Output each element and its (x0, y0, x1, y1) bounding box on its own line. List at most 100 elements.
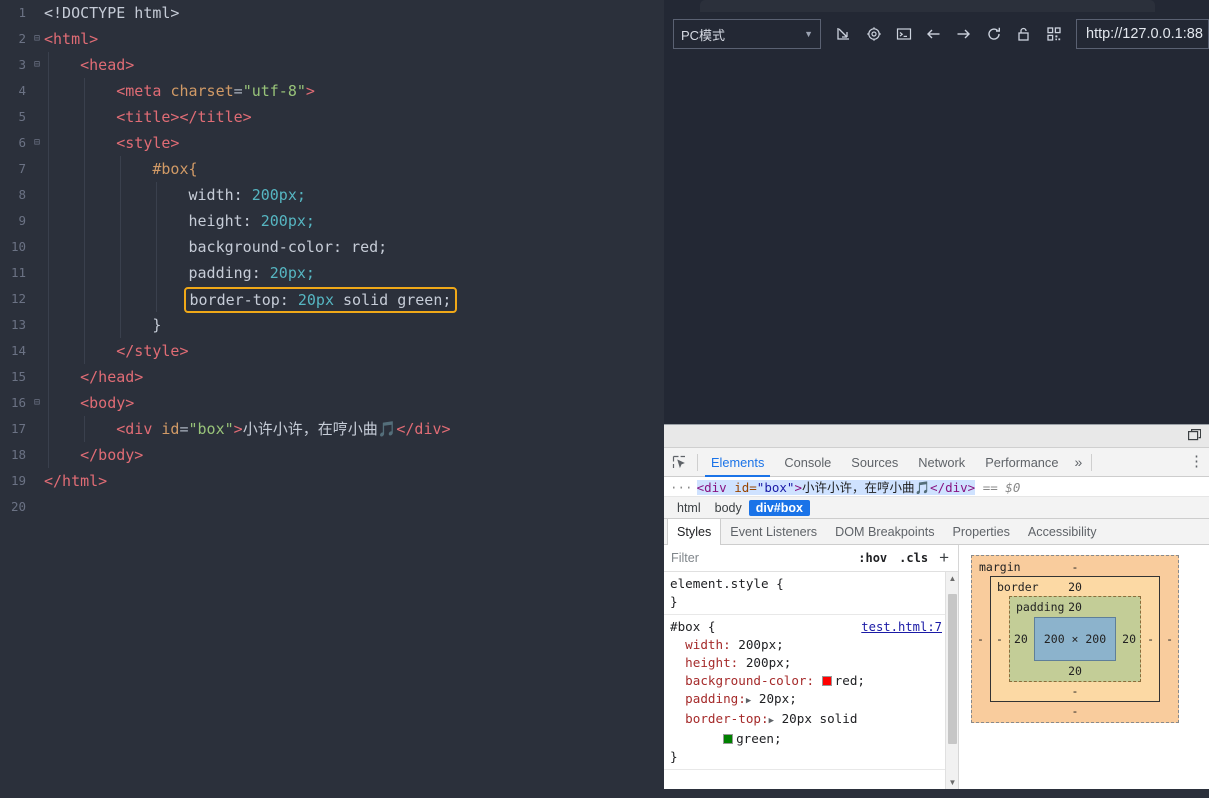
code-line[interactable]: 5 <title></title> (0, 104, 664, 130)
border-right-value[interactable]: - (1147, 632, 1154, 646)
css-declaration[interactable]: height: 200px; (670, 654, 958, 672)
scroll-down-icon[interactable]: ▼ (946, 776, 959, 789)
code-text[interactable]: <!DOCTYPE html> (44, 0, 179, 26)
tab-performance[interactable]: Performance (975, 448, 1068, 477)
breadcrumb-item[interactable]: div#box (748, 499, 810, 516)
expand-triangle-icon[interactable]: ▶ (746, 696, 751, 706)
code-text[interactable]: </body> (44, 442, 143, 468)
console-icon[interactable] (893, 24, 914, 45)
code-text[interactable]: } (44, 312, 161, 338)
element-picker-icon[interactable] (664, 455, 694, 470)
padding-right-value[interactable]: 20 (1122, 632, 1136, 646)
reload-icon[interactable] (983, 24, 1004, 45)
styles-subtab-event-listeners[interactable]: Event Listeners (721, 519, 826, 545)
filter-input[interactable]: Filter (671, 551, 852, 565)
css-property-value[interactable]: 200px; (746, 655, 792, 670)
css-property-name[interactable]: height: (685, 655, 738, 670)
lock-icon[interactable] (1013, 24, 1034, 45)
padding-bottom-value[interactable]: 20 (1068, 664, 1082, 678)
margin-right-value[interactable]: - (1166, 632, 1173, 646)
hov-toggle[interactable]: :hov (852, 551, 893, 565)
code-line[interactable]: 14 </style> (0, 338, 664, 364)
code-line[interactable]: 4 <meta charset="utf-8"> (0, 78, 664, 104)
color-swatch[interactable] (723, 734, 734, 744)
code-line[interactable]: 15 </head> (0, 364, 664, 390)
tab-sources[interactable]: Sources (841, 448, 908, 477)
dom-tree-row[interactable]: ··· <div id="box">小许小许，在哼小曲🎵</div> == $0 (664, 477, 1209, 497)
css-declaration[interactable]: padding:▶ 20px; (670, 690, 958, 710)
css-selector[interactable]: #box { (670, 619, 716, 634)
border-bottom-value[interactable]: - (1072, 684, 1079, 698)
css-property-value[interactable]: red; (835, 673, 865, 688)
code-text[interactable]: </style> (44, 338, 188, 364)
css-property-name[interactable]: width: (685, 637, 731, 652)
code-text[interactable]: <body> (44, 390, 134, 416)
url-bar[interactable]: http://127.0.0.1:88 (1076, 19, 1209, 49)
new-rule-button[interactable]: + (934, 548, 954, 568)
css-source-link[interactable]: test.html:7 (861, 618, 942, 636)
dom-ellipsis[interactable]: ··· (664, 480, 697, 495)
code-text[interactable]: </html> (44, 468, 107, 494)
expand-triangle-icon[interactable]: ▶ (769, 716, 774, 726)
inspect-arrow-icon[interactable] (833, 24, 854, 45)
tab-elements[interactable]: Elements (701, 448, 774, 477)
css-declaration[interactable]: green; (670, 730, 958, 748)
code-text[interactable]: <head> (44, 52, 134, 78)
scrollbar-thumb[interactable] (948, 594, 957, 744)
tab-network[interactable]: Network (908, 448, 975, 477)
css-declaration[interactable]: border-top:▶ 20px solid (670, 710, 958, 730)
styles-subtab-accessibility[interactable]: Accessibility (1019, 519, 1106, 545)
code-line[interactable]: 6 ⊟ <style> (0, 130, 664, 156)
more-tabs-icon[interactable]: » (1068, 454, 1088, 470)
dock-position-icon[interactable] (1188, 429, 1202, 447)
qrcode-icon[interactable] (1043, 24, 1064, 45)
css-declaration[interactable]: width: 200px; (670, 636, 958, 654)
css-pane-scrollbar[interactable]: ▲ ▼ (945, 572, 958, 789)
device-mode-select[interactable]: PC模式 ▼ (673, 19, 821, 49)
css-declaration[interactable]: background-color: red; (670, 672, 958, 690)
content-size-value[interactable]: 200 × 200 (1044, 632, 1106, 646)
code-text[interactable]: <div id="box">小许小许，在哼小曲🎵</div> (44, 416, 450, 442)
css-rules-pane[interactable]: Filter :hov .cls + element.style {} #box … (664, 545, 959, 789)
code-line[interactable]: 10 background-color: red; (0, 234, 664, 260)
code-editor-pane[interactable]: 1 <!DOCTYPE html> 2 ⊟ <html> 3 ⊟ <head> 4 <meta… (0, 0, 664, 788)
box-model-diagram[interactable]: margin - - - - border 20 - - - padding 2… (971, 555, 1179, 723)
cls-toggle[interactable]: .cls (893, 551, 934, 565)
styles-subtab-styles[interactable]: Styles (667, 518, 722, 545)
forward-arrow-icon[interactable] (953, 24, 974, 45)
gear-icon[interactable] (863, 24, 884, 45)
box-model-content-region[interactable]: 200 × 200 (1034, 617, 1116, 661)
code-text[interactable]: background-color: red; (44, 234, 388, 260)
browser-active-tab[interactable] (700, 0, 1155, 12)
styles-subtab-dom-breakpoints[interactable]: DOM Breakpoints (826, 519, 943, 545)
code-line[interactable]: 2 ⊟ <html> (0, 26, 664, 52)
css-rule[interactable]: element.style {} (664, 572, 958, 615)
styles-subtab-properties[interactable]: Properties (944, 519, 1019, 545)
css-property-name[interactable]: background-color: (685, 673, 814, 688)
code-line[interactable]: 1 <!DOCTYPE html> (0, 0, 664, 26)
css-property-name[interactable]: border-top: (685, 711, 768, 726)
code-text[interactable]: border-top: 20px solid green; (44, 286, 458, 313)
breadcrumb-item[interactable]: body (708, 500, 749, 516)
code-line[interactable]: 12 border-top: 20px solid green; (0, 286, 664, 313)
code-text[interactable]: </head> (44, 364, 143, 390)
code-line[interactable]: 16 ⊟ <body> (0, 390, 664, 416)
browser-tab-strip[interactable] (664, 0, 1209, 12)
css-property-value[interactable]: 200px; (738, 637, 784, 652)
code-line[interactable]: 11 padding: 20px; (0, 260, 664, 286)
code-text[interactable]: <html> (44, 26, 98, 52)
margin-top-value[interactable]: - (1072, 560, 1079, 574)
css-property-value[interactable]: 20px solid (782, 711, 858, 726)
code-line[interactable]: 3 ⊟ <head> (0, 52, 664, 78)
code-text[interactable]: <style> (44, 130, 179, 156)
css-property-name[interactable]: padding: (685, 691, 746, 706)
css-property-value[interactable]: green; (736, 731, 782, 746)
border-top-value[interactable]: 20 (1068, 580, 1082, 594)
fold-marker-icon[interactable]: ⊟ (30, 130, 44, 156)
code-line[interactable]: 7 #box{ (0, 156, 664, 182)
fold-marker-icon[interactable]: ⊟ (30, 26, 44, 52)
code-line[interactable]: 9 height: 200px; (0, 208, 664, 234)
fold-marker-icon[interactable]: ⊟ (30, 390, 44, 416)
box-model-padding-region[interactable]: padding 20 20 20 20 200 × 200 (1009, 596, 1141, 682)
fold-marker-icon[interactable]: ⊟ (30, 52, 44, 78)
